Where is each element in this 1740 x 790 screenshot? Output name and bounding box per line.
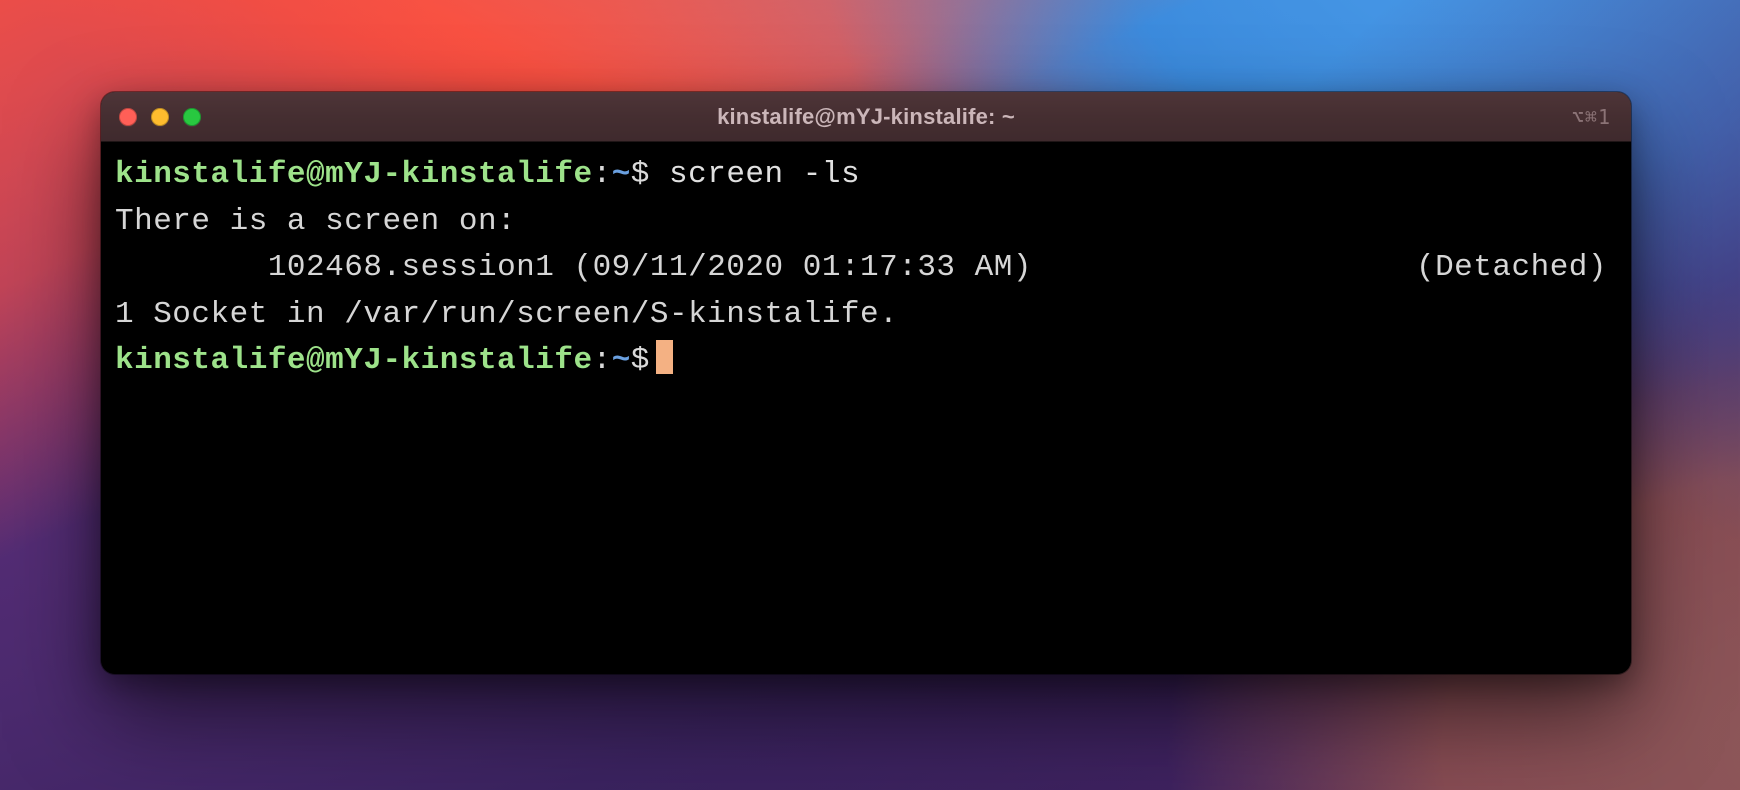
prompt-user-host: kinstalife@mYJ-kinstalife xyxy=(115,157,593,192)
window-shortcut-hint: ⌥⌘1 xyxy=(1572,105,1631,129)
terminal-line: kinstalife@mYJ-kinstalife:~$ screen -ls xyxy=(115,152,1617,199)
session-status: (Detached) xyxy=(1416,245,1617,292)
terminal-line: kinstalife@mYJ-kinstalife:~$ xyxy=(115,338,1617,385)
close-button[interactable] xyxy=(119,108,137,126)
output-line: 102468.session1 (09/11/2020 01:17:33 AM)… xyxy=(115,245,1617,292)
session-indent xyxy=(115,245,268,292)
prompt-path: ~ xyxy=(612,343,631,378)
prompt-path: ~ xyxy=(612,157,631,192)
cursor-block xyxy=(656,340,673,374)
prompt-separator: : xyxy=(593,157,612,192)
minimize-button[interactable] xyxy=(151,108,169,126)
terminal-window: kinstalife@mYJ-kinstalife: ~ ⌥⌘1 kinstal… xyxy=(101,92,1631,674)
traffic-lights xyxy=(101,108,201,126)
output-line: There is a screen on: xyxy=(115,199,1617,246)
command-value: screen -ls xyxy=(669,157,860,192)
session-entry: 102468.session1 (09/11/2020 01:17:33 AM) xyxy=(268,245,1032,292)
prompt-symbol: $ xyxy=(631,157,650,192)
prompt-user-host: kinstalife@mYJ-kinstalife xyxy=(115,343,593,378)
window-title: kinstalife@mYJ-kinstalife: ~ xyxy=(101,104,1631,130)
prompt-symbol: $ xyxy=(631,343,650,378)
output-line: 1 Socket in /var/run/screen/S-kinstalife… xyxy=(115,292,1617,339)
window-titlebar[interactable]: kinstalife@mYJ-kinstalife: ~ ⌥⌘1 xyxy=(101,92,1631,142)
terminal-body[interactable]: kinstalife@mYJ-kinstalife:~$ screen -lsT… xyxy=(101,142,1631,674)
command-text: screen -ls xyxy=(650,157,860,192)
prompt-separator: : xyxy=(593,343,612,378)
maximize-button[interactable] xyxy=(183,108,201,126)
